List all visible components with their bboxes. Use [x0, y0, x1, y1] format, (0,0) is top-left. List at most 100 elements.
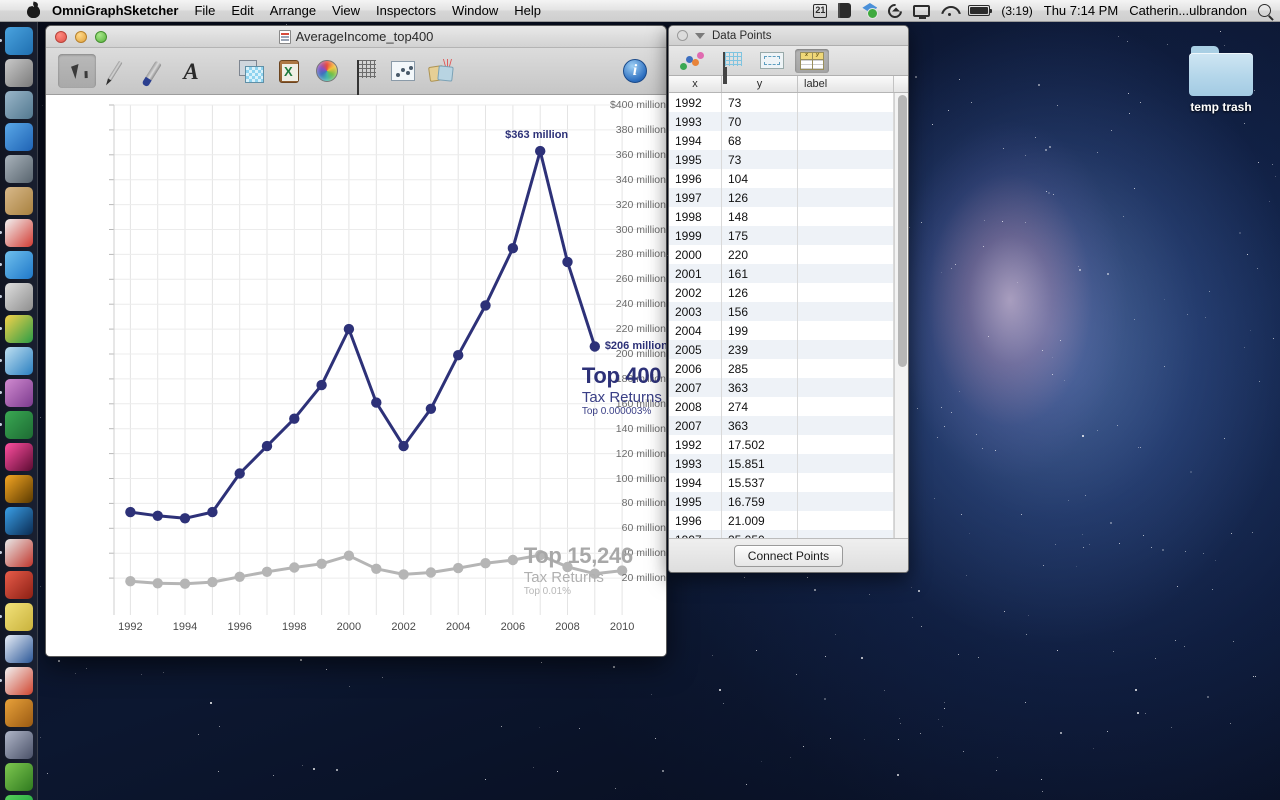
dock-item-omnigraffle[interactable]: [4, 730, 34, 760]
column-header-x[interactable]: x: [669, 76, 722, 92]
cell-x[interactable]: 1995: [669, 150, 722, 169]
dock-item-acrobat[interactable]: [0, 538, 34, 568]
canvas-inspector-tab[interactable]: [755, 49, 789, 73]
grid-tool[interactable]: [346, 54, 384, 88]
cell-x[interactable]: 1999: [669, 226, 722, 245]
cell-label[interactable]: [798, 207, 894, 226]
cell-y[interactable]: 70: [722, 112, 798, 131]
dock-item-omnigraph[interactable]: [0, 666, 34, 696]
cell-y[interactable]: 161: [722, 264, 798, 283]
table-row[interactable]: 1994 68: [669, 131, 894, 150]
cell-y[interactable]: 148: [722, 207, 798, 226]
cell-x[interactable]: 2006: [669, 359, 722, 378]
spotlight-search-icon[interactable]: [1258, 4, 1271, 17]
cell-label[interactable]: [798, 511, 894, 530]
table-row[interactable]: 1996 21.009: [669, 511, 894, 530]
cell-x[interactable]: 1998: [669, 207, 722, 226]
cell-x[interactable]: 2003: [669, 302, 722, 321]
dock-item-dvd-player[interactable]: [0, 282, 34, 312]
table-row[interactable]: 1995 16.759: [669, 492, 894, 511]
cell-y[interactable]: 274: [722, 397, 798, 416]
cell-x[interactable]: 2004: [669, 321, 722, 340]
cell-x[interactable]: 1994: [669, 131, 722, 150]
inspector-tabs[interactable]: xy: [669, 46, 908, 76]
dock-item-contacts[interactable]: [4, 186, 34, 216]
cell-x[interactable]: 2005: [669, 340, 722, 359]
cell-x[interactable]: 2007: [669, 416, 722, 435]
cell-label[interactable]: [798, 530, 894, 538]
table-row[interactable]: 1998 148: [669, 207, 894, 226]
cell-label[interactable]: [798, 340, 894, 359]
cell-label[interactable]: [798, 359, 894, 378]
table-row[interactable]: 2000 220: [669, 245, 894, 264]
table-row[interactable]: 1993 70: [669, 112, 894, 131]
table-row[interactable]: 2006 285: [669, 359, 894, 378]
table-row[interactable]: 1997 126: [669, 188, 894, 207]
cell-y[interactable]: 68: [722, 131, 798, 150]
dock-item-photo-app[interactable]: [0, 378, 34, 408]
cell-label[interactable]: [798, 226, 894, 245]
table-rows[interactable]: 1992 73 1993 70 1994 68 1995 73 1996 104 1997 126 19…: [669, 93, 894, 538]
cell-x[interactable]: 1994: [669, 473, 722, 492]
menu-user-name[interactable]: Catherin...ulbrandon: [1129, 3, 1247, 18]
dock[interactable]: [0, 22, 38, 800]
cell-x[interactable]: 1997: [669, 530, 722, 538]
cell-label[interactable]: [798, 454, 894, 473]
display-icon[interactable]: [913, 4, 931, 19]
cell-y[interactable]: 104: [722, 169, 798, 188]
table-row[interactable]: 2005 239: [669, 340, 894, 359]
cell-x[interactable]: 1993: [669, 112, 722, 131]
table-body[interactable]: 1992 73 1993 70 1994 68 1995 73 1996 104 1997 126 19…: [669, 93, 908, 538]
dock-item-keynote[interactable]: [4, 698, 34, 728]
pen-tool[interactable]: [96, 54, 134, 88]
table-row[interactable]: 2003 156: [669, 302, 894, 321]
cell-y[interactable]: 73: [722, 93, 798, 112]
cell-y[interactable]: 73: [722, 150, 798, 169]
dock-item-finder[interactable]: [0, 26, 34, 56]
menu-view[interactable]: View: [332, 3, 360, 18]
cell-label[interactable]: [798, 264, 894, 283]
colors-tool[interactable]: [308, 54, 346, 88]
cell-y[interactable]: 15.851: [722, 454, 798, 473]
cell-label[interactable]: [798, 245, 894, 264]
cell-x[interactable]: 2001: [669, 264, 722, 283]
dock-item-numbers[interactable]: [4, 762, 34, 792]
cell-label[interactable]: [798, 378, 894, 397]
cell-y[interactable]: 25.050: [722, 530, 798, 538]
window-toolbar[interactable]: A \|/ i: [46, 48, 666, 95]
fill-tool[interactable]: [134, 54, 172, 88]
cell-x[interactable]: 1996: [669, 169, 722, 188]
axis-inspector-tab[interactable]: [715, 49, 749, 73]
dock-item-chrome[interactable]: [0, 314, 34, 344]
wifi-icon[interactable]: [941, 5, 957, 17]
cell-x[interactable]: 1996: [669, 511, 722, 530]
cell-label[interactable]: [798, 321, 894, 340]
table-row[interactable]: 1999 175: [669, 226, 894, 245]
cell-label[interactable]: [798, 188, 894, 207]
table-row[interactable]: 2008 274: [669, 397, 894, 416]
cell-label[interactable]: [798, 112, 894, 131]
cell-label[interactable]: [798, 397, 894, 416]
menu-file[interactable]: File: [194, 3, 215, 18]
cell-label[interactable]: [798, 283, 894, 302]
style-inspector-tab[interactable]: [675, 49, 709, 73]
cell-x[interactable]: 1993: [669, 454, 722, 473]
column-header-label[interactable]: label: [798, 76, 894, 92]
table-row[interactable]: 2007 363: [669, 416, 894, 435]
dock-item-safari[interactable]: [0, 346, 34, 376]
cell-label[interactable]: [798, 169, 894, 188]
cell-label[interactable]: [798, 150, 894, 169]
dock-item-calendar[interactable]: [0, 218, 34, 248]
cell-y[interactable]: 220: [722, 245, 798, 264]
cell-x[interactable]: 1995: [669, 492, 722, 511]
battery-icon[interactable]: [968, 5, 993, 16]
table-row[interactable]: 1993 15.851: [669, 454, 894, 473]
scrollbar-thumb[interactable]: [898, 95, 907, 367]
cell-x[interactable]: 1992: [669, 93, 722, 112]
dock-item-indesign[interactable]: [4, 442, 34, 472]
cell-y[interactable]: 16.759: [722, 492, 798, 511]
cell-label[interactable]: [798, 492, 894, 511]
import-data-tool[interactable]: [270, 54, 308, 88]
table-row[interactable]: 1992 17.502: [669, 435, 894, 454]
select-tool[interactable]: [58, 54, 96, 88]
